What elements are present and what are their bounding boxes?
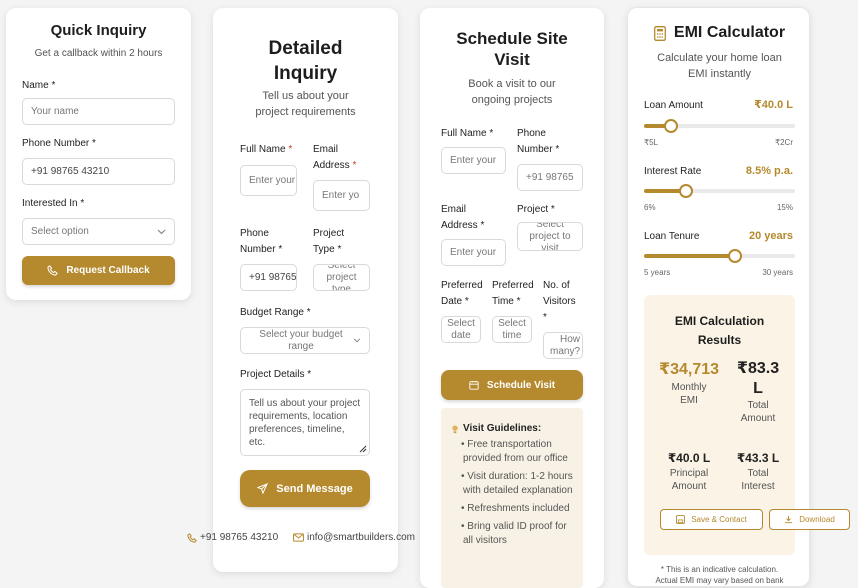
guideline-item: • Refreshments included [461,503,570,514]
budget-select[interactable]: Select your budget range [240,327,370,354]
visit-time-label: Preferred Time * [492,280,534,307]
detailed-inquiry-card: Detailed Inquiry Tell us about your proj… [213,8,398,572]
chevron-down-icon [353,338,361,343]
name-label: Name * [22,80,56,91]
emi-calculator-card: EMI Calculator Calculate your home loan … [627,7,810,587]
request-callback-button[interactable]: Request Callback [22,256,175,285]
name-input[interactable]: Your name [22,98,175,125]
visit-guidelines: Visit Guidelines: • Free transportation … [441,408,583,588]
monthly-emi: ₹34,713 Monthly EMI [658,361,720,406]
loan-tenure-label: Loan Tenure [644,231,700,242]
interest-rate-value: 8.5% p.a. [745,165,793,177]
results-title: EMI Calculation Results [674,314,765,347]
phone-icon [47,265,59,276]
contact-phone[interactable]: +91 98765 43210 [187,532,278,543]
visit-date-label: Preferred Date * [441,280,483,307]
calendar-icon [469,380,479,390]
send-message-button[interactable]: Send Message [240,470,370,507]
loan-tenure-slider[interactable] [644,249,795,263]
emi-disclaimer: * This is an indicative calculation. Act… [655,565,784,585]
principal-amount: ₹40.0 L Principal Amount [667,451,711,492]
chevron-down-icon [157,229,166,235]
emi-subtitle: Calculate your home loan EMI instantly [657,52,782,80]
fullname-label: Full Name * [240,144,293,155]
phone-label: Phone Number * [22,138,96,149]
phone-icon [187,532,197,543]
interest-select[interactable]: Select option [22,218,175,245]
slider-thumb[interactable] [727,249,742,263]
lightbulb-icon [451,424,459,434]
total-amount: ₹83.3 L Total Amount [736,360,780,424]
visit-phone-input[interactable]: +91 98765 [517,164,583,191]
rate-min: 6% [644,203,656,212]
email-input[interactable]: Enter yo [313,180,370,211]
send-icon [257,483,269,494]
contact-email[interactable]: info@smartbuilders.com [293,532,415,543]
detailed-inquiry-title: Detailed Inquiry [268,38,343,84]
loan-max: ₹2Cr [775,138,793,147]
loan-amount-label: Loan Amount [644,100,703,111]
resize-handle-icon[interactable] [359,445,367,453]
email-label: Email Address * [313,144,357,171]
visit-project-select[interactable]: Select project to visit [517,222,583,251]
guideline-item: • Visit duration: 1-2 hours with detaile… [461,471,573,496]
visit-email-input[interactable]: Enter your [441,239,506,266]
slider-thumb[interactable] [664,119,679,133]
loan-amount-value: ₹40.0 L [754,99,793,111]
slider-thumb[interactable] [679,184,694,198]
phone-label: Phone Number * [240,228,283,255]
interest-rate-slider[interactable] [644,184,795,198]
quick-inquiry-subtitle: Get a callback within 2 hours [34,48,163,59]
visit-fullname-input[interactable]: Enter your [441,147,506,174]
site-visit-card: Schedule Site Visit Book a visit to our … [420,8,604,588]
emi-title: EMI Calculator [628,24,811,42]
visit-time-input[interactable]: Select time [492,316,532,343]
visit-fullname-label: Full Name * [441,128,494,139]
phone-input[interactable]: +91 98765 43210 [22,158,175,185]
loan-tenure-value: 20 years [748,230,793,242]
fullname-input[interactable]: Enter your [240,165,297,196]
budget-label: Budget Range * [240,307,311,318]
visit-phone-label: Phone Number * [517,128,560,155]
project-type-select[interactable]: Select project type [313,264,370,291]
download-icon [784,515,793,524]
tenure-min: 5 years [644,268,671,277]
quick-inquiry-card: Quick Inquiry Get a callback within 2 ho… [6,8,191,300]
download-button[interactable]: Download [769,509,850,530]
interest-label: Interested In * [22,198,85,209]
visit-project-label: Project * [517,204,555,215]
visit-visitors-input[interactable]: How many? [543,332,583,359]
site-visit-title: Schedule Site Visit [456,29,568,69]
visit-visitors-label: No. of Visitors * [543,280,576,323]
quick-inquiry-title: Quick Inquiry [50,22,147,39]
rate-max: 15% [776,203,793,212]
project-type-label: Project Type * [313,228,345,255]
guideline-item: • Free transportation provided from our … [461,439,568,464]
site-visit-subtitle: Book a visit to our ongoing projects [468,78,556,106]
total-interest: ₹43.3 L Total Interest [736,451,780,492]
mail-icon [293,533,304,542]
loan-amount-slider[interactable] [644,119,795,133]
calculator-icon [653,25,666,41]
visit-date-input[interactable]: Select date [441,316,481,343]
save-contact-button[interactable]: Save & Contact [660,509,763,530]
details-label: Project Details * [240,369,312,380]
detailed-inquiry-subtitle: Tell us about your project requirements [255,90,356,118]
save-icon [676,515,686,524]
schedule-visit-button[interactable]: Schedule Visit [441,370,583,400]
visit-email-label: Email Address * [441,204,485,231]
details-textarea[interactable]: Tell us about your project requirements,… [240,389,370,456]
guideline-item: • Bring valid ID proof for all visitors [461,521,567,546]
interest-rate-label: Interest Rate [644,166,702,177]
tenure-max: 30 years [762,268,793,277]
loan-min: ₹5L [644,138,658,147]
phone-input[interactable]: +91 98765 [240,264,297,291]
